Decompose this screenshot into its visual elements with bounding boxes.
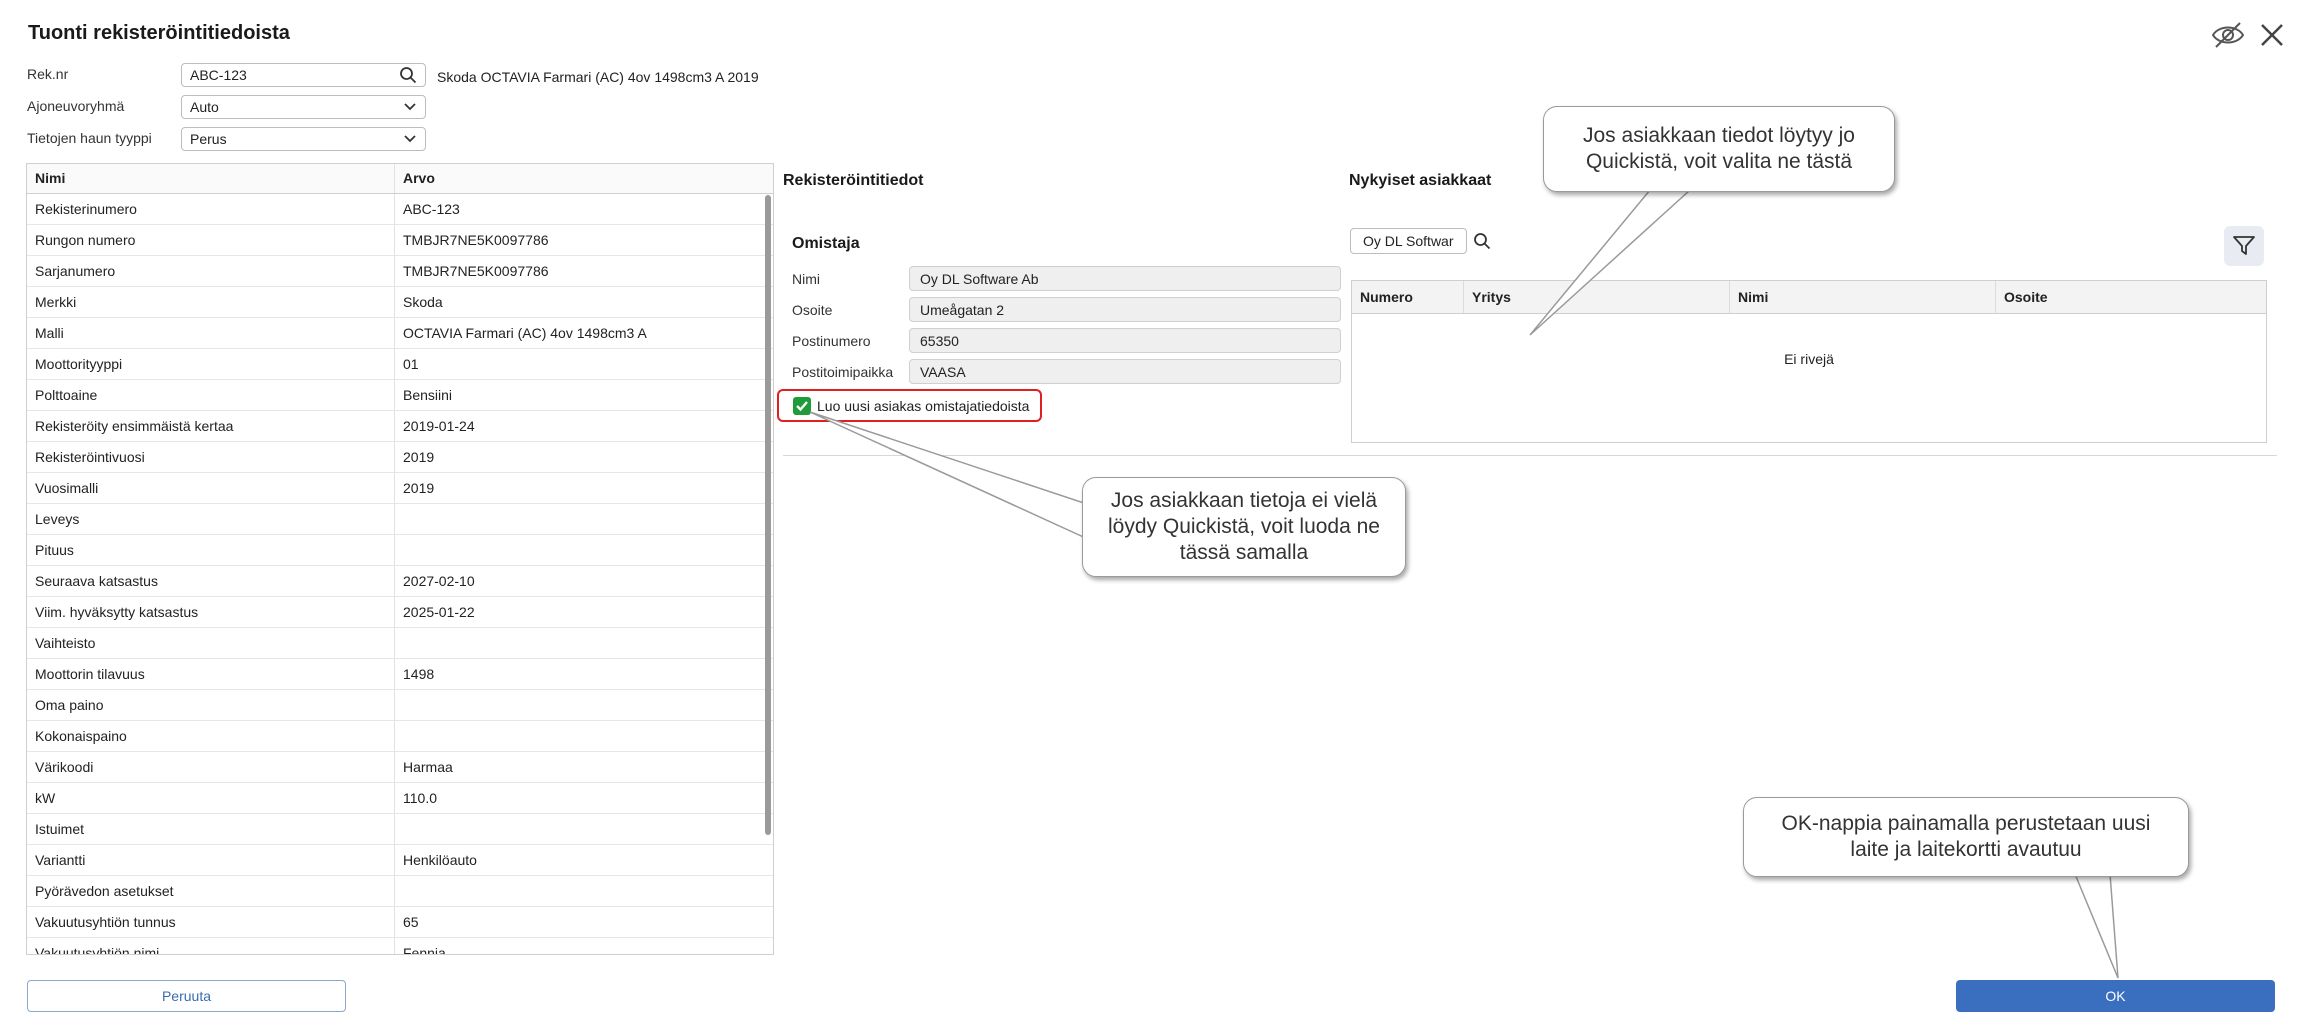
ok-button[interactable]: OK bbox=[1956, 980, 2275, 1012]
callout-existing-customers: Jos asiakkaan tiedot löytyy jo Quickistä… bbox=[1543, 106, 1895, 192]
callout-ok-button: OK-nappia painamalla perustetaan uusi la… bbox=[1743, 797, 2189, 877]
cancel-button[interactable]: Peruuta bbox=[27, 980, 346, 1012]
callout-pointer-create bbox=[809, 411, 1091, 542]
callout-create-customer: Jos asiakkaan tietoja ei vielä löydy Qui… bbox=[1082, 477, 1406, 577]
callout-pointer-existing bbox=[1529, 189, 1692, 336]
callout-pointer-ok bbox=[2073, 873, 2119, 979]
